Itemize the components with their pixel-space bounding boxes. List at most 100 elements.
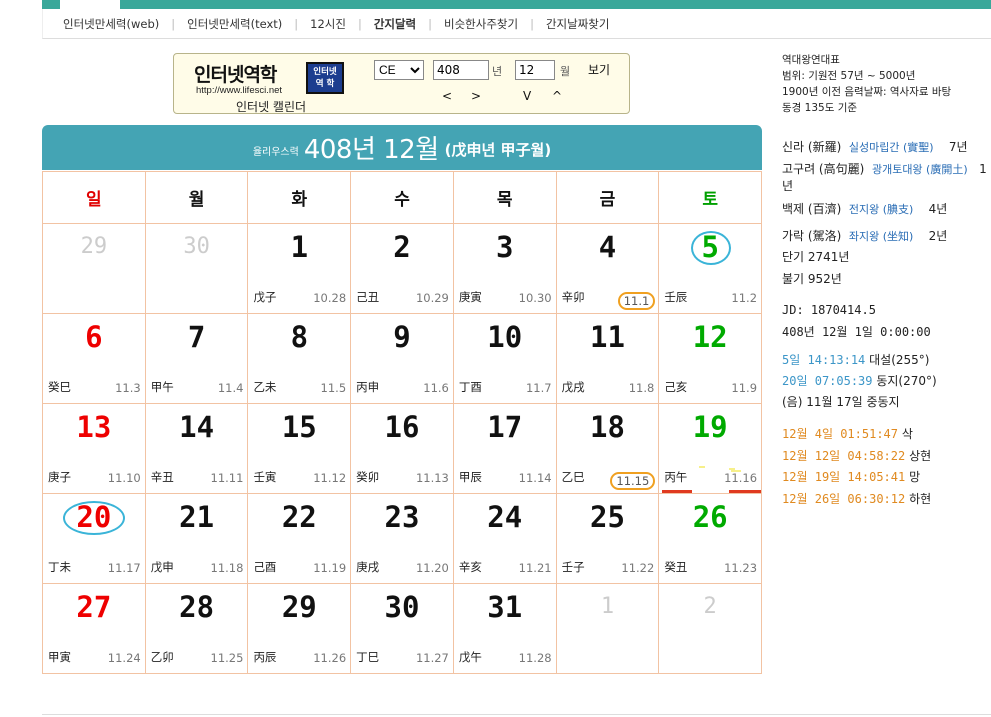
day-cell[interactable]: 5 壬辰 11.2 xyxy=(659,224,763,314)
logo[interactable]: 인터넷역학 http://www.lifesci.net 인터넷 캘린더 인터넷… xyxy=(194,60,344,115)
day-cell[interactable]: 7 甲午 11.4 xyxy=(145,314,249,404)
day-cell[interactable]: 28 乙卯 11.25 xyxy=(145,584,249,674)
day-cell[interactable]: 29 丙辰 11.26 xyxy=(248,584,352,674)
month-label: 월 xyxy=(560,65,571,78)
day-cell[interactable]: 1 xyxy=(556,584,660,674)
day-number: 30 xyxy=(384,590,420,624)
day-cell[interactable]: 22 己酉 11.19 xyxy=(248,494,352,584)
day-number: 23 xyxy=(384,500,420,534)
highlight-underline xyxy=(729,490,762,493)
day-cell[interactable]: 26 癸丑 11.23 xyxy=(659,494,763,584)
nav-link[interactable]: 12시진 xyxy=(310,16,346,32)
king-link[interactable]: 전지왕 (腆支) xyxy=(849,203,913,216)
day-cell[interactable]: 19 丙午 11.16 xyxy=(659,404,763,494)
lunar-date: 11.15 xyxy=(610,472,656,490)
day-cell[interactable]: 6 癸巳 11.3 xyxy=(43,314,146,404)
nav-link[interactable]: 비슷한사주찾기 xyxy=(444,16,518,32)
prev-year-button[interactable]: ^ xyxy=(552,89,562,103)
day-number: 27 xyxy=(76,590,112,624)
solar-term-row: 5일 14:13:14 대설(255°) xyxy=(782,350,937,371)
day-cell[interactable]: 2 xyxy=(659,584,763,674)
day-cell[interactable]: 21 戊申 11.18 xyxy=(145,494,249,584)
day-cell[interactable]: 17 甲辰 11.14 xyxy=(453,404,557,494)
day-cell[interactable]: 1 戊子 10.28 xyxy=(248,224,352,314)
day-cell[interactable]: 4 辛卯 11.1 xyxy=(556,224,660,314)
lunar-date: 11.3 xyxy=(115,381,141,395)
day-cell[interactable]: 14 辛丑 11.11 xyxy=(145,404,249,494)
next-year-button[interactable]: V xyxy=(523,89,531,103)
day-number: 18 xyxy=(589,410,625,444)
month-input[interactable] xyxy=(515,60,555,80)
king-link[interactable]: 좌지왕 (坐知) xyxy=(849,230,913,243)
reign-year: 1 xyxy=(979,162,987,176)
nav-link[interactable]: 간지날짜찾기 xyxy=(546,16,609,32)
day-ganzhi: 己酉 xyxy=(253,560,277,574)
lunar-date: 11.16 xyxy=(724,471,758,485)
day-ganzhi: 己丑 xyxy=(356,290,380,304)
moon-phase-date: 12월 4일 01:51:47 xyxy=(782,427,899,441)
king-link[interactable]: 실성마립간 (實聖) xyxy=(849,141,934,154)
lunar-date: 11.1 xyxy=(617,292,656,310)
lunar-date: 11.9 xyxy=(731,381,758,395)
kingdom-row: 신라 (新羅) 실성마립간 (實聖) 7년 xyxy=(782,134,987,161)
day-cell[interactable]: 18 乙巳 11.15 xyxy=(556,404,660,494)
day-cell[interactable]: 9 丙申 11.6 xyxy=(351,314,454,404)
day-cell[interactable]: 23 庚戌 11.20 xyxy=(351,494,454,584)
day-cell[interactable]: 2 己丑 10.29 xyxy=(351,224,454,314)
day-number: 2 xyxy=(393,230,411,264)
lunar-date: 11.14 xyxy=(518,471,552,485)
day-cell[interactable]: 30 xyxy=(145,224,249,314)
julian-day: JD: 1870414.5 408년 12월 1일 0:00:00 xyxy=(782,299,931,343)
day-number: 7 xyxy=(187,320,206,354)
day-cell[interactable]: 30 丁巳 11.27 xyxy=(351,584,454,674)
kingdom-list: 신라 (新羅) 실성마립간 (實聖) 7년 고구려 (高句麗) 광개토대왕 (廣… xyxy=(782,134,987,250)
day-ganzhi: 辛卯 xyxy=(561,290,585,304)
reign-year: 4년 xyxy=(928,202,948,216)
year-input[interactable] xyxy=(433,60,489,80)
weekday-header: 월 xyxy=(145,172,249,224)
day-ganzhi: 辛亥 xyxy=(458,560,482,574)
day-cell[interactable]: 12 己亥 11.9 xyxy=(659,314,763,404)
view-button[interactable]: 보기 xyxy=(588,61,610,78)
kingdom-name: 고구려 (高句麗) xyxy=(782,162,865,176)
day-cell[interactable]: 25 壬子 11.22 xyxy=(556,494,660,584)
day-cell[interactable]: 15 壬寅 11.12 xyxy=(248,404,352,494)
day-number: 21 xyxy=(179,500,215,534)
week-row: 29 30 1 戊子 10.28 2 己丑 10.29 3 庚寅 10.30 4 辛卯 11.1 5 壬辰 11… xyxy=(43,224,763,314)
day-number: 22 xyxy=(281,500,317,534)
day-cell[interactable]: 13 庚子 11.10 xyxy=(43,404,146,494)
day-cell[interactable]: 10 丁酉 11.7 xyxy=(453,314,557,404)
day-ganzhi: 壬子 xyxy=(561,560,585,574)
weekday-header: 금 xyxy=(556,172,660,224)
day-cell[interactable]: 20 丁未 11.17 xyxy=(43,494,146,584)
day-ganzhi: 辛丑 xyxy=(150,470,174,484)
day-cell[interactable]: 16 癸卯 11.13 xyxy=(351,404,454,494)
day-ganzhi: 己亥 xyxy=(664,380,688,394)
day-cell[interactable]: 11 戊戌 11.8 xyxy=(556,314,660,404)
nav-link[interactable]: 간지달력 xyxy=(374,16,416,32)
prev-month-button[interactable]: < xyxy=(442,89,452,103)
day-cell[interactable]: 24 辛亥 11.21 xyxy=(453,494,557,584)
day-cell[interactable]: 29 xyxy=(43,224,146,314)
day-cell[interactable]: 3 庚寅 10.30 xyxy=(453,224,557,314)
week-row: 27 甲寅 11.24 28 乙卯 11.25 29 丙辰 11.26 30 丁巳 11.27 31 戊午… xyxy=(43,584,763,674)
day-cell[interactable]: 8 乙未 11.5 xyxy=(248,314,352,404)
day-cell[interactable]: 31 戊午 11.28 xyxy=(453,584,557,674)
king-link[interactable]: 광개토대왕 (廣開土) xyxy=(872,163,968,176)
week-row: 6 癸巳 11.3 7 甲午 11.4 8 乙未 11.5 9 丙申 11.6 10 丁酉 11.7 11 戊戌… xyxy=(43,314,763,404)
lunar-date: 11.12 xyxy=(313,471,347,485)
info-line-1[interactable]: 역대왕연대표 xyxy=(782,52,951,68)
era-select[interactable]: CE xyxy=(374,60,424,80)
reign-year-wrap: 년 xyxy=(782,179,794,193)
day-number: 19 xyxy=(692,410,728,444)
lunar-date: 10.28 xyxy=(313,291,347,305)
day-cell[interactable]: 27 甲寅 11.24 xyxy=(43,584,146,674)
nav-link[interactable]: 인터넷만세력(text) xyxy=(187,16,282,32)
bottom-divider xyxy=(42,714,991,715)
nav-link[interactable]: 인터넷만세력(web) xyxy=(63,16,159,32)
lunar-date: 11.27 xyxy=(415,651,449,665)
next-month-button[interactable]: > xyxy=(471,89,481,103)
day-ganzhi: 丙辰 xyxy=(253,650,277,664)
calendar-era: 율리우스력 xyxy=(252,147,299,158)
highlight-underline xyxy=(662,490,693,493)
